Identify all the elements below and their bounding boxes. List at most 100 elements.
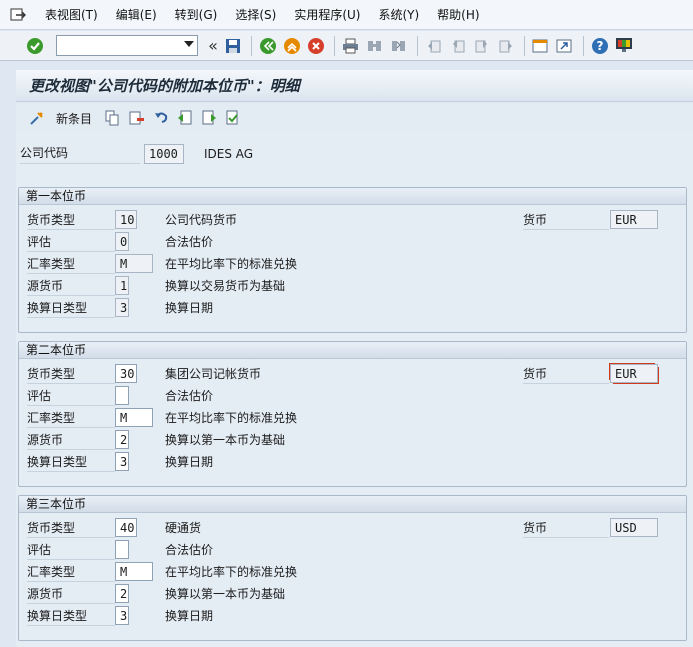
next-page-icon[interactable] (471, 35, 492, 56)
translation-date-type-desc: 换算日期 (165, 609, 214, 623)
select-all-icon[interactable] (222, 108, 243, 129)
toolbar-separator (583, 35, 584, 56)
currency-type-field[interactable]: 40 (115, 518, 137, 537)
translation-date-type-desc: 换算日期 (165, 455, 214, 469)
menu-item-system[interactable]: 系统(Y) (369, 0, 428, 30)
currency-type-field[interactable]: 30 (115, 364, 137, 383)
exchange-rate-type-desc: 在平均比率下的标准兑换 (165, 565, 298, 579)
exchange-rate-type-field[interactable]: M (115, 408, 153, 427)
group-third-local-currency: 第三本位币 货币类型 40 硬通货 货币 USD 评估 合法估价 汇率类型 M … (18, 495, 687, 641)
source-currency-desc: 换算以第一本币为基础 (165, 433, 286, 447)
customize-layout-icon[interactable] (613, 35, 634, 56)
source-currency-label: 源货币 (27, 431, 115, 450)
exchange-rate-type-field[interactable]: M (115, 562, 153, 581)
group-first-local-currency: 第一本位币 货币类型 10 公司代码货币 货币 EUR 评估 0 合法估价 汇率… (18, 187, 687, 333)
group-second-local-currency: 第二本位币 货币类型 30 集团公司记帐货币 货币 EUR 评估 合法估价 汇率… (18, 341, 687, 487)
exchange-rate-type-desc: 在平均比率下的标准兑换 (165, 411, 298, 425)
last-page-icon[interactable] (495, 35, 516, 56)
previous-page-icon[interactable] (447, 35, 468, 56)
source-currency-label: 源货币 (27, 585, 115, 604)
exchange-rate-type-label: 汇率类型 (27, 255, 115, 274)
detail-content: 公司代码 1000 IDES AG 第一本位币 货币类型 10 公司代码货币 货… (16, 133, 693, 647)
exit-icon[interactable] (281, 35, 302, 56)
translation-date-type-field[interactable]: 3 (115, 606, 129, 625)
cancel-icon[interactable] (305, 35, 326, 56)
menu-exit-icon[interactable] (0, 0, 36, 30)
chevron-down-icon[interactable] (184, 41, 194, 47)
valuation-label: 评估 (27, 233, 115, 252)
currency-label: 货币 (523, 519, 609, 538)
new-session-icon[interactable] (530, 35, 551, 56)
currency-type-label: 货币类型 (27, 365, 115, 384)
enter-icon[interactable] (24, 35, 45, 56)
next-entry-icon[interactable] (198, 108, 219, 129)
chevron-left-icon[interactable]: « (204, 36, 222, 55)
group-title: 第三本位币 (19, 496, 686, 513)
find-icon[interactable] (364, 35, 385, 56)
menu-item-selection[interactable]: 选择(S) (226, 0, 285, 30)
exchange-rate-type-field[interactable]: M (115, 254, 153, 273)
menu-item-table-view[interactable]: 表视图(T) (36, 0, 107, 30)
translation-date-type-label: 换算日类型 (27, 453, 115, 472)
currency-label: 货币 (523, 365, 609, 384)
valuation-desc: 合法估价 (165, 389, 214, 403)
shortcut-icon[interactable] (554, 35, 575, 56)
valuation-field[interactable] (115, 540, 129, 559)
currency-field[interactable]: EUR (610, 210, 658, 229)
toolbar-separator (524, 35, 525, 56)
first-page-icon[interactable] (423, 35, 444, 56)
translation-date-type-label: 换算日类型 (27, 607, 115, 626)
company-code-field[interactable]: 1000 (144, 144, 184, 164)
valuation-field[interactable]: 0 (115, 232, 129, 251)
company-code-label: 公司代码 (20, 144, 140, 164)
command-field[interactable] (56, 35, 198, 56)
toolbar-separator (334, 35, 335, 56)
source-currency-field[interactable]: 1 (115, 276, 129, 295)
source-currency-field[interactable]: 2 (115, 430, 129, 449)
currency-type-desc: 公司代码货币 (165, 213, 238, 227)
delete-icon[interactable] (126, 108, 147, 129)
translation-date-type-field[interactable]: 3 (115, 298, 129, 317)
exchange-rate-type-label: 汇率类型 (27, 409, 115, 428)
currency-type-label: 货币类型 (27, 519, 115, 538)
copy-icon[interactable] (102, 108, 123, 129)
group-title: 第一本位币 (19, 188, 686, 205)
source-currency-label: 源货币 (27, 277, 115, 296)
previous-entry-icon[interactable] (174, 108, 195, 129)
menu-item-help[interactable]: 帮助(H) (428, 0, 488, 30)
currency-field-focused[interactable]: EUR (610, 364, 658, 383)
menu-item-goto[interactable]: 转到(G) (166, 0, 227, 30)
find-next-icon[interactable] (388, 35, 409, 56)
currency-type-desc: 硬通货 (165, 521, 202, 535)
valuation-desc: 合法估价 (165, 235, 214, 249)
currency-field[interactable]: USD (610, 518, 658, 537)
menu-item-utilities[interactable]: 实用程序(U) (285, 0, 369, 30)
currency-type-desc: 集团公司记帐货币 (165, 367, 262, 381)
currency-type-label: 货币类型 (27, 211, 115, 230)
back-icon[interactable] (257, 35, 278, 56)
valuation-field[interactable] (115, 386, 129, 405)
page-title: 更改视图"公司代码的附加本位币"：明细 (29, 77, 300, 95)
toolbar-separator (417, 35, 418, 56)
display-change-icon[interactable] (26, 108, 47, 129)
exchange-rate-type-label: 汇率类型 (27, 563, 115, 582)
translation-date-type-field[interactable]: 3 (115, 452, 129, 471)
menu-item-edit[interactable]: 编辑(E) (107, 0, 166, 30)
company-name: IDES AG (204, 146, 254, 161)
standard-toolbar: « ? (0, 31, 693, 61)
source-currency-desc: 换算以交易货币为基础 (165, 279, 286, 293)
currency-type-field[interactable]: 10 (115, 210, 137, 229)
group-title: 第二本位币 (19, 342, 686, 359)
toolbar-separator (251, 35, 252, 56)
svg-text:?: ? (596, 39, 603, 53)
currency-label: 货币 (523, 211, 609, 230)
save-icon[interactable] (222, 35, 243, 56)
source-currency-desc: 换算以第一本币为基础 (165, 587, 286, 601)
new-entries-button[interactable]: 新条目 (56, 110, 92, 127)
translation-date-type-label: 换算日类型 (27, 299, 115, 318)
undo-icon[interactable] (150, 108, 171, 129)
print-icon[interactable] (340, 35, 361, 56)
source-currency-field[interactable]: 2 (115, 584, 129, 603)
valuation-label: 评估 (27, 541, 115, 560)
help-icon[interactable]: ? (589, 35, 610, 56)
